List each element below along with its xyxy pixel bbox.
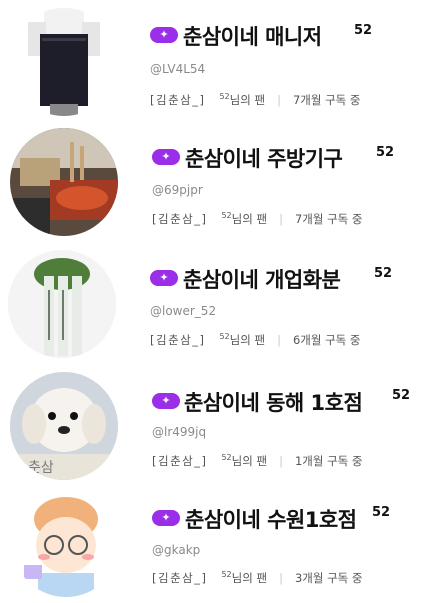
row-meta: [김춘삼_] 52 님의 팬 | 6개월 구독 중	[150, 332, 360, 348]
row-handle: @lower_52	[150, 304, 217, 318]
row-separator: |	[277, 93, 281, 107]
row-tag: [김춘삼_]	[152, 571, 208, 585]
row-name: 춘삼이네 수원1호점	[185, 508, 357, 532]
list-item[interactable]: 춘삼 ✦ 춘삼이네 동해 1호점 52 @lr499jq [김춘삼_] 52 님…	[0, 366, 425, 486]
row-meta: [김춘삼_] 52 님의 팬 | 1개월 구독 중	[152, 453, 362, 469]
row-fan-level: 52	[221, 211, 232, 220]
avatar-image-apron	[10, 8, 118, 116]
row-level: 52	[372, 505, 391, 520]
row-name: 춘삼이네 동해 1호점	[184, 391, 363, 415]
row-handle: @69pjpr	[152, 183, 203, 197]
row-tag: [김춘삼_]	[150, 93, 206, 107]
row-meta: [김춘삼_] 52 님의 팬 | 7개월 구독 중	[152, 211, 362, 227]
svg-text:춘삼: 춘삼	[28, 460, 54, 476]
row-meta: [김춘삼_] 52 님의 팬 | 3개월 구독 중	[152, 570, 362, 586]
list-item[interactable]: ✦ 춘삼이네 주방기구 52 @69pjpr [김춘삼_] 52 님의 팬 | …	[0, 122, 425, 242]
sparkle-badge: ✦	[150, 27, 178, 43]
sparkle-badge: ✦	[152, 393, 180, 409]
row-level: 52	[354, 23, 373, 38]
row-fan-level: 52	[221, 570, 232, 579]
list-item[interactable]: ✦ 춘삼이네 개업화분 52 @lower_52 [김춘삼_] 52 님의 팬 …	[0, 244, 425, 364]
avatar-image-cartoon	[12, 489, 120, 597]
row-subscription: 7개월 구독 중	[292, 93, 361, 107]
row-fan-suffix: 님의 팬	[231, 212, 268, 226]
row-fan-level: 52	[221, 453, 232, 462]
row-separator: |	[277, 333, 281, 347]
row-name: 춘삼이네 매니저	[183, 25, 322, 49]
row-name: 춘삼이네 개업화분	[183, 268, 341, 292]
row-subscription: 3개월 구독 중	[294, 571, 363, 585]
row-fan-suffix: 님의 팬	[229, 333, 266, 347]
avatar-image-plant	[8, 250, 116, 358]
row-tag: [김춘삼_]	[152, 454, 208, 468]
sparkle-icon: ✦	[159, 28, 169, 41]
row-separator: |	[279, 454, 283, 468]
list-item[interactable]: ✦ 춘삼이네 수원1호점 52 @gkakp [김춘삼_] 52 님의 팬 | …	[0, 483, 425, 603]
row-level: 52	[374, 266, 393, 281]
row-fan-suffix: 님의 팬	[229, 93, 266, 107]
row-tag: [김춘삼_]	[150, 333, 206, 347]
row-subscription: 6개월 구독 중	[292, 333, 361, 347]
sparkle-icon: ✦	[159, 271, 169, 284]
row-fan-suffix: 님의 팬	[231, 571, 268, 585]
row-fan-level: 52	[219, 332, 230, 341]
sparkle-badge: ✦	[150, 270, 178, 286]
avatar-image-dog: 춘삼	[10, 372, 118, 480]
fan-list: ✦ 춘삼이네 매니저 52 @LV4L54 [김춘삼_] 52 님의 팬 | 7…	[0, 0, 425, 603]
row-fan-suffix: 님의 팬	[231, 454, 268, 468]
row-tag: [김춘삼_]	[152, 212, 208, 226]
avatar[interactable]	[10, 128, 118, 236]
avatar[interactable]	[8, 250, 116, 358]
sparkle-badge: ✦	[152, 149, 180, 165]
row-subscription: 1개월 구독 중	[294, 454, 363, 468]
row-subscription: 7개월 구독 중	[294, 212, 363, 226]
row-handle: @gkakp	[152, 543, 201, 557]
row-name: 춘삼이네 주방기구	[185, 147, 343, 171]
avatar[interactable]	[10, 8, 118, 116]
row-level: 52	[392, 388, 411, 403]
sparkle-badge: ✦	[152, 510, 180, 526]
sparkle-icon: ✦	[161, 511, 171, 524]
row-fan-level: 52	[219, 92, 230, 101]
row-handle: @LV4L54	[150, 62, 206, 76]
avatar-image-kitchen	[10, 128, 118, 236]
row-handle: @lr499jq	[152, 425, 207, 439]
row-separator: |	[279, 212, 283, 226]
row-separator: |	[279, 571, 283, 585]
sparkle-icon: ✦	[161, 394, 171, 407]
list-item[interactable]: ✦ 춘삼이네 매니저 52 @LV4L54 [김춘삼_] 52 님의 팬 | 7…	[0, 0, 425, 120]
sparkle-icon: ✦	[161, 150, 171, 163]
avatar[interactable]	[12, 489, 120, 597]
row-meta: [김춘삼_] 52 님의 팬 | 7개월 구독 중	[150, 92, 360, 108]
avatar[interactable]: 춘삼	[10, 372, 118, 480]
row-level: 52	[376, 145, 395, 160]
